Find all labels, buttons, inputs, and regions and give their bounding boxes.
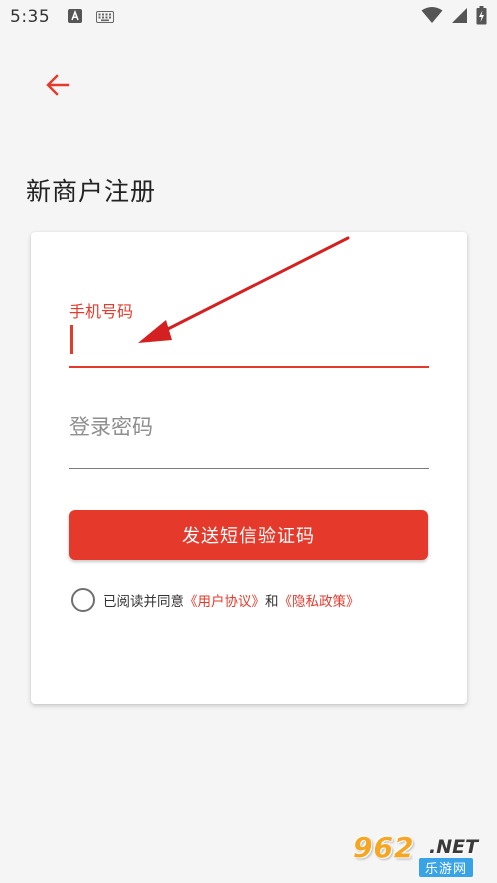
status-bar: 5:35 [0, 0, 497, 34]
a-letter-icon [68, 8, 83, 27]
watermark-sub: 乐游网 [419, 858, 474, 877]
arrow-left-icon [46, 74, 70, 100]
registration-card: 手机号码 发送短信验证码 已阅读并同意 《用户协议》 和 《隐私政策》 [31, 232, 467, 704]
battery-charging-icon [476, 5, 487, 29]
keyboard-icon [96, 8, 115, 27]
password-field [69, 402, 429, 472]
send-sms-code-button[interactable]: 发送短信验证码 [69, 510, 428, 560]
phone-underline [69, 366, 429, 368]
status-left-icons [68, 8, 115, 27]
phone-input[interactable] [69, 324, 429, 360]
privacy-policy-link[interactable]: 《隐私政策》 [279, 590, 360, 610]
user-agreement-link[interactable]: 《用户协议》 [184, 590, 265, 610]
status-time: 5:35 [10, 7, 51, 27]
wifi-icon [421, 6, 443, 28]
agreement-prefix: 已阅读并同意 [103, 594, 184, 610]
watermark-suffix: .NET [429, 836, 479, 858]
page-title: 新商户注册 [26, 177, 157, 206]
password-input[interactable] [69, 402, 429, 452]
agreement-conjunction: 和 [265, 594, 279, 610]
agreement-row: 已阅读并同意 《用户协议》 和 《隐私政策》 [71, 587, 360, 613]
watermark-main: 962 [353, 831, 415, 864]
agree-checkbox[interactable] [71, 588, 95, 612]
signal-icon [451, 7, 468, 28]
status-right-icons [421, 0, 487, 34]
phone-label: 手机号码 [69, 302, 134, 321]
phone-field: 手机号码 [69, 294, 429, 370]
text-cursor [70, 325, 73, 354]
password-underline [69, 468, 429, 469]
back-button[interactable] [40, 70, 76, 104]
site-watermark: 962 .NET 乐游网 [351, 831, 491, 879]
